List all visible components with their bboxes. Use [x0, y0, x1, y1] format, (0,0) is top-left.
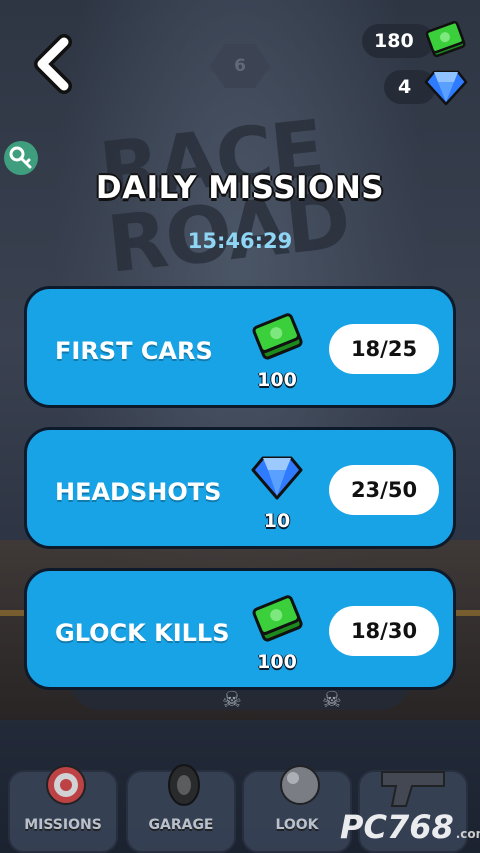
mission-card: HEADSHOTS 10 23/50	[24, 427, 456, 549]
page-title: DAILY MISSIONS	[95, 170, 385, 206]
gem-value: 4	[398, 76, 412, 98]
skull-icon: ☠	[322, 688, 342, 713]
mission-card: GLOCK KILLS 100 18/30	[24, 568, 456, 690]
cash-value: 180	[374, 30, 414, 52]
gem-icon	[424, 70, 468, 106]
tab-look[interactable]: LOOK	[242, 765, 352, 853]
gem-icon	[251, 456, 303, 500]
reward-amount: 100	[257, 369, 297, 391]
mission-timer: 15:46:29	[187, 229, 293, 253]
watermark-suffix: .com	[455, 827, 480, 841]
tab-missions[interactable]: MISSIONS	[8, 765, 118, 853]
cash-icon	[252, 595, 303, 642]
reward-amount: 10	[263, 510, 291, 532]
tab-garage[interactable]: GARAGE	[126, 764, 236, 853]
reward-amount: 100	[257, 651, 297, 673]
tire-icon	[168, 764, 200, 806]
mission-card: FIRST CARS 100 18/25	[24, 286, 456, 408]
watermark-text: PC768	[340, 808, 454, 846]
ball-icon	[280, 765, 320, 805]
target-icon	[46, 765, 86, 805]
mission-progress: 23/50	[329, 465, 439, 515]
cash-icon	[252, 313, 303, 360]
cash-icon	[425, 20, 466, 58]
tab-look-label: LOOK	[275, 817, 319, 833]
mission-name: FIRST CARS	[55, 337, 213, 365]
skull-icon: ☠	[222, 688, 242, 713]
back-button[interactable]	[30, 34, 80, 94]
mission-name: GLOCK KILLS	[55, 619, 230, 647]
mission-name: HEADSHOTS	[55, 478, 222, 506]
watermark: PC768.com	[340, 808, 480, 846]
mission-progress: 18/25	[329, 324, 439, 374]
mission-progress: 18/30	[329, 606, 439, 656]
tab-missions-label: MISSIONS	[24, 817, 102, 833]
pistol-icon	[381, 771, 445, 807]
chevron-left-icon	[34, 34, 72, 94]
tab-garage-label: GARAGE	[148, 817, 214, 833]
